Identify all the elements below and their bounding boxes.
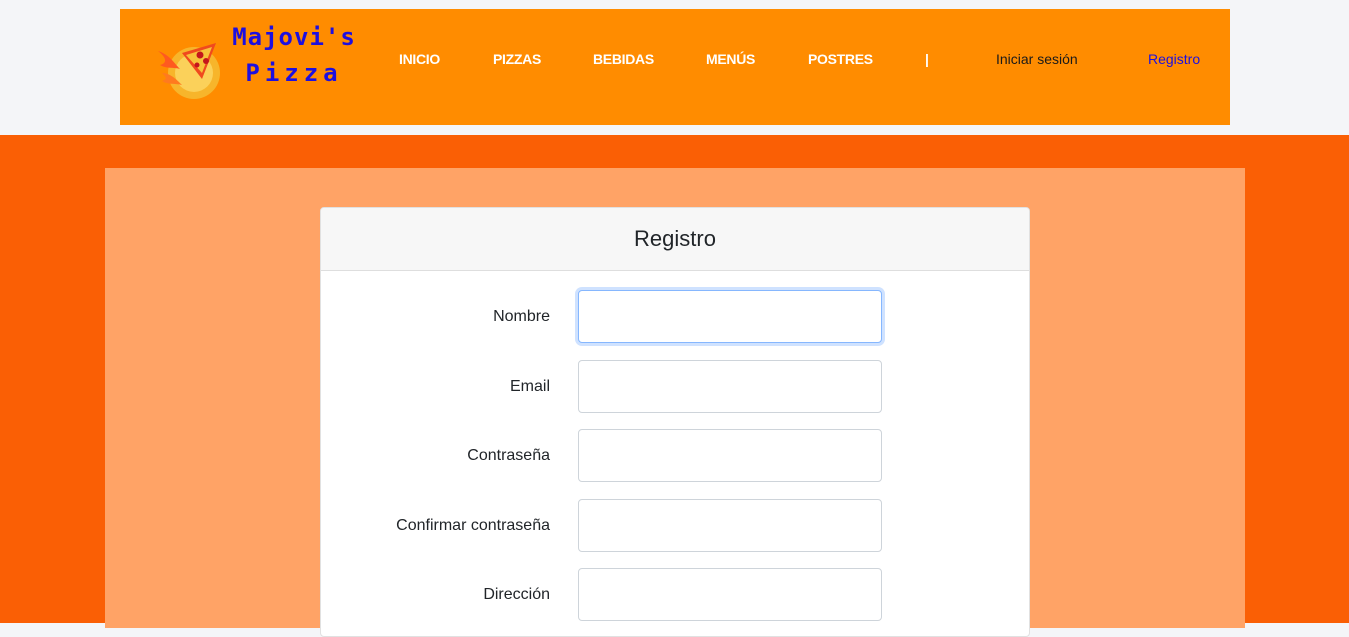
confirm-password-label: Confirmar contraseña (396, 517, 550, 534)
email-input[interactable] (578, 360, 882, 413)
navbar: Majovi's Pizza INICIO PIZZAS BEBIDAS MEN… (120, 9, 1230, 125)
content-panel: Registro Nombre Email Contraseña Confirm… (105, 168, 1245, 637)
card-header: Registro (321, 208, 1029, 271)
direccion-input[interactable] (578, 568, 882, 621)
register-link[interactable]: Registro (1148, 49, 1200, 69)
nav-link-postres[interactable]: POSTRES (808, 49, 873, 69)
form-row-email: Email (321, 360, 1029, 414)
top-area: Majovi's Pizza INICIO PIZZAS BEBIDAS MEN… (0, 0, 1349, 135)
login-link[interactable]: Iniciar sesión (996, 49, 1078, 69)
form-row-direccion: Dirección (321, 568, 1029, 622)
form-row-password: Contraseña (321, 429, 1029, 483)
card-title: Registro (634, 226, 716, 251)
password-label: Contraseña (467, 447, 550, 464)
form-row-nombre: Nombre (321, 290, 1029, 344)
register-card: Registro Nombre Email Contraseña Confirm… (320, 207, 1030, 637)
nav-link-bebidas[interactable]: BEBIDAS (593, 49, 654, 69)
pizza-icon[interactable] (152, 29, 234, 107)
direccion-label: Dirección (483, 586, 550, 603)
nav-link-inicio[interactable]: INICIO (399, 49, 440, 69)
email-label: Email (509, 378, 550, 395)
nav-separator: | (925, 51, 929, 67)
nav-link-menus[interactable]: MENÚS (706, 49, 755, 69)
confirm-password-input[interactable] (578, 499, 882, 552)
password-input[interactable] (578, 429, 882, 482)
nav-link-pizzas[interactable]: PIZZAS (493, 49, 541, 69)
brand-name[interactable]: Majovi's Pizza (230, 19, 358, 91)
brand-name-line1: Majovi's (232, 23, 356, 51)
form-row-confirm-password: Confirmar contraseña (321, 499, 1029, 553)
nombre-input[interactable] (578, 290, 882, 343)
nombre-label: Nombre (493, 308, 550, 325)
main-content: Registro Nombre Email Contraseña Confirm… (0, 135, 1349, 637)
brand-name-line2: Pizza (245, 59, 343, 87)
